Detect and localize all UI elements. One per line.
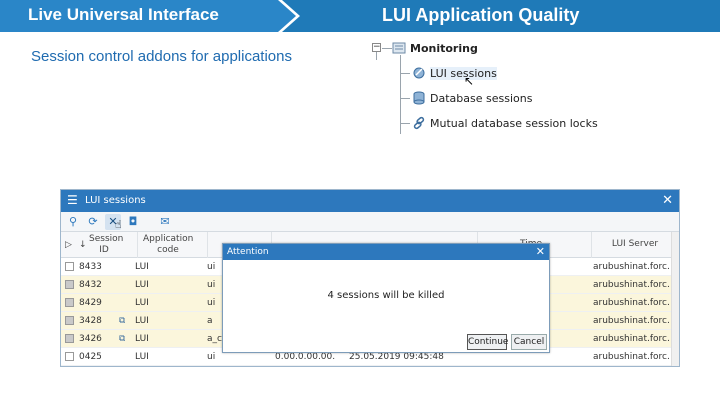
cell-application-code: LUI xyxy=(135,352,149,362)
banner-left-title: Live Universal Interface xyxy=(28,5,219,24)
cell-lui-server: arubushinat.forc. xyxy=(593,280,670,290)
window-toolbar: ⚲ ⟳ ✕ ◘ ✉ ☝ xyxy=(61,212,679,232)
row-checkbox[interactable] xyxy=(65,352,74,361)
cell-session-id: 8429 xyxy=(79,298,102,308)
vertical-scrollbar[interactable] xyxy=(671,232,679,366)
dialog-title-bar: Attention ✕ xyxy=(223,244,549,260)
attention-dialog: Attention ✕ 4 sessions will be killed Co… xyxy=(222,243,550,353)
cell-module: ui xyxy=(207,262,216,272)
message-icon[interactable]: ✉ xyxy=(157,214,173,230)
cell-module: ui xyxy=(207,298,216,308)
cell-session-id: 3426 xyxy=(79,334,102,344)
close-icon[interactable]: ✕ xyxy=(662,193,673,208)
dialog-title: Attention xyxy=(227,247,269,257)
cell-session-id: 8433 xyxy=(79,262,102,272)
refresh-icon[interactable]: ⟳ xyxy=(85,214,101,230)
tree-node-session-locks[interactable]: Mutual database session locks xyxy=(412,116,598,130)
hand-cursor-icon: ☝ xyxy=(115,218,122,231)
row-selector-icon: ▷ xyxy=(65,240,72,250)
folder-icon xyxy=(392,41,406,55)
cell-module: ui xyxy=(207,352,216,362)
cell-application-code: LUI xyxy=(135,298,149,308)
col-session-id[interactable]: Session ID xyxy=(89,234,123,256)
tree-node-lui-sessions[interactable]: LUI sessions xyxy=(412,66,497,80)
banner-right-title: LUI Application Quality xyxy=(382,5,580,25)
session-icon: ⧉ xyxy=(119,316,126,326)
tree-node-database-sessions[interactable]: Database sessions xyxy=(412,91,532,105)
cell-lui-server: arubushinat.forc. xyxy=(593,334,670,344)
row-checkbox[interactable] xyxy=(65,280,74,289)
monitoring-tree: − Monitoring LUI sessions Database sessi… xyxy=(372,38,612,138)
menu-icon[interactable]: ☰ xyxy=(67,194,78,206)
cell-lui-server: arubushinat.forc. xyxy=(593,352,670,362)
cell-time: 25.05.2019 09:45:48 xyxy=(349,352,444,362)
col-application-code[interactable]: Application code xyxy=(143,234,193,256)
banner-left-section: Live Universal Interface xyxy=(0,0,300,32)
tree-expander[interactable]: − xyxy=(372,43,381,52)
page-subtitle: Session control addons for applications xyxy=(31,48,292,65)
tree-connector xyxy=(400,73,410,74)
mouse-pointer-icon: ↖ xyxy=(464,74,475,88)
database-icon xyxy=(412,91,426,105)
window-title: LUI sessions xyxy=(85,195,146,206)
continue-button[interactable]: Continue xyxy=(467,334,508,350)
tree-connector xyxy=(400,98,410,99)
tree-node-label: Monitoring xyxy=(410,41,478,55)
cell-module: ui xyxy=(207,280,216,290)
cell-session-id: 8432 xyxy=(79,280,102,290)
col-lui-server[interactable]: LUI Server xyxy=(601,239,669,250)
cell-lui-server: arubushinat.forc. xyxy=(593,262,670,272)
cancel-button[interactable]: Cancel xyxy=(511,334,547,350)
cell-lui-server: arubushinat.forc. xyxy=(593,298,670,308)
cell-value: 0.00.0.00.00. xyxy=(275,352,336,362)
close-icon[interactable]: ✕ xyxy=(536,245,545,258)
row-checkbox[interactable] xyxy=(65,298,74,307)
column-divider xyxy=(591,232,592,258)
sort-icon[interactable]: ↓ xyxy=(79,240,87,251)
column-divider xyxy=(137,232,138,258)
tree-node-label: Database sessions xyxy=(430,91,533,105)
cell-session-id: 0425 xyxy=(79,352,102,362)
tree-node-label: Mutual database session locks xyxy=(430,116,598,130)
tree-connector xyxy=(400,123,410,124)
stop-icon[interactable]: ◘ xyxy=(125,214,141,230)
window-title-bar: ☰ LUI sessions ✕ xyxy=(61,190,679,212)
column-divider xyxy=(207,232,208,258)
row-checkbox[interactable] xyxy=(65,334,74,343)
header-banner: Live Universal Interface LUI Application… xyxy=(0,0,720,32)
cell-module: a xyxy=(207,316,213,326)
tree-node-monitoring[interactable]: Monitoring xyxy=(392,41,478,55)
cell-module: a_c xyxy=(207,334,222,344)
session-icon: ⧉ xyxy=(119,334,126,344)
search-icon[interactable]: ⚲ xyxy=(65,214,81,230)
tree-connector xyxy=(382,48,392,49)
sessions-icon xyxy=(412,66,426,80)
dialog-message: 4 sessions will be killed xyxy=(327,290,445,301)
cell-application-code: LUI xyxy=(135,280,149,290)
row-checkbox[interactable] xyxy=(65,316,74,325)
cell-application-code: LUI xyxy=(135,334,149,344)
cell-session-id: 3428 xyxy=(79,316,102,326)
row-checkbox[interactable] xyxy=(65,262,74,271)
link-icon xyxy=(412,116,426,130)
cell-application-code: LUI xyxy=(135,262,149,272)
cell-lui-server: arubushinat.forc. xyxy=(593,316,670,326)
cell-application-code: LUI xyxy=(135,316,149,326)
